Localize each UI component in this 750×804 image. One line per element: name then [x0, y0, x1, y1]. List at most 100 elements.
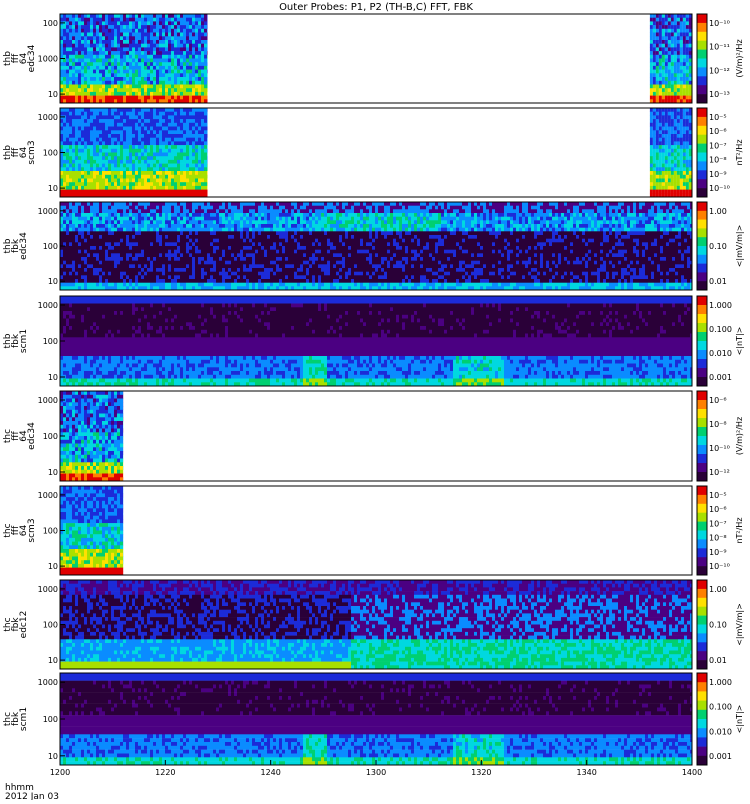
heatmap-cell [63, 18, 66, 22]
heatmap-cell [680, 66, 683, 70]
heatmap-cell [689, 47, 692, 51]
heatmap-cell [162, 186, 165, 190]
heatmap-cell [120, 206, 123, 210]
heatmap-cell [249, 217, 252, 221]
heatmap-cell [189, 171, 192, 175]
heatmap-cell [78, 73, 81, 77]
heatmap-cell [150, 179, 153, 183]
heatmap-cell [186, 141, 189, 145]
heatmap-cell [111, 130, 114, 134]
heatmap-cell [126, 47, 129, 51]
heatmap-cell [159, 55, 162, 59]
heatmap-cell [156, 242, 159, 246]
heatmap-cell [213, 220, 216, 224]
heatmap-cell [111, 51, 114, 55]
heatmap-cell [174, 160, 177, 164]
heatmap-cell [78, 156, 81, 160]
heatmap-cell [198, 108, 201, 112]
heatmap-cell [102, 141, 105, 145]
heatmap-cell [93, 279, 96, 283]
heatmap-cell [216, 239, 219, 243]
heatmap-cell [123, 257, 126, 261]
heatmap-cell [204, 235, 207, 239]
heatmap-cell [680, 167, 683, 171]
heatmap-cell [189, 253, 192, 257]
heatmap-cell [686, 156, 689, 160]
heatmap-cell [653, 70, 656, 74]
heatmap-cell [93, 186, 96, 190]
heatmap-cell [93, 253, 96, 257]
heatmap-cell [252, 250, 255, 254]
heatmap-cell [213, 264, 216, 268]
heatmap-cell [201, 235, 204, 239]
heatmap-cell [162, 47, 165, 51]
heatmap-cell [129, 112, 132, 116]
heatmap-cell [99, 257, 102, 261]
heatmap-cell [156, 81, 159, 85]
heatmap-cell [117, 156, 120, 160]
heatmap-cell [180, 182, 183, 186]
heatmap-cell [144, 239, 147, 243]
heatmap-cell [99, 179, 102, 183]
heatmap-cell [132, 127, 135, 131]
heatmap-cell [258, 242, 261, 246]
heatmap-cell [162, 112, 165, 116]
heatmap-cell [75, 33, 78, 37]
heatmap-cell [689, 186, 692, 190]
heatmap-cell [117, 279, 120, 283]
heatmap-cell [204, 29, 207, 33]
heatmap-cell [195, 182, 198, 186]
heatmap-cell [270, 272, 273, 276]
heatmap-cell [96, 55, 99, 59]
heatmap-cell [686, 130, 689, 134]
heatmap-cell [165, 242, 168, 246]
heatmap-cell [228, 246, 231, 250]
heatmap-cell [225, 275, 228, 279]
heatmap-cell [653, 81, 656, 85]
heatmap-cell [186, 253, 189, 257]
heatmap-cell [120, 228, 123, 232]
heatmap-cell [174, 250, 177, 254]
heatmap-cell [171, 77, 174, 81]
heatmap-cell [171, 96, 174, 100]
heatmap-cell [90, 239, 93, 243]
heatmap-cell [150, 167, 153, 171]
heatmap-cell [111, 275, 114, 279]
heatmap-cell [243, 283, 246, 287]
heatmap-cell [665, 81, 668, 85]
heatmap-cell [183, 149, 186, 153]
heatmap-cell [129, 149, 132, 153]
heatmap-cell [72, 96, 75, 100]
heatmap-cell [689, 149, 692, 153]
heatmap-cell [201, 272, 204, 276]
heatmap-cell [273, 217, 276, 221]
heatmap-cell [150, 18, 153, 22]
heatmap-cell [147, 145, 150, 149]
heatmap-cell [72, 202, 75, 206]
heatmap-cell [81, 112, 84, 116]
heatmap-cell [111, 167, 114, 171]
heatmap-cell [132, 130, 135, 134]
heatmap-cell [81, 55, 84, 59]
heatmap-cell [240, 202, 243, 206]
heatmap-cell [186, 231, 189, 235]
heatmap-cell [662, 153, 665, 157]
heatmap-cell [162, 279, 165, 283]
heatmap-cell [150, 242, 153, 246]
heatmap-cell [75, 202, 78, 206]
heatmap-cell [174, 115, 177, 119]
heatmap-cell [659, 85, 662, 89]
heatmap-cell [159, 36, 162, 40]
heatmap-cell [198, 66, 201, 70]
heatmap-cell [240, 279, 243, 283]
heatmap-cell [210, 279, 213, 283]
panel-thb-fff-scm3: 100010010thbfff64scm310⁻⁵10⁻⁶10⁻⁷10⁻⁸10⁻… [3, 108, 744, 197]
heatmap-cell [120, 202, 123, 206]
heatmap-cell [102, 217, 105, 221]
heatmap-cell [210, 209, 213, 213]
heatmap-cell [156, 190, 159, 194]
heatmap-cell [228, 231, 231, 235]
heatmap-cell [261, 242, 264, 246]
heatmap-cell [72, 272, 75, 276]
heatmap-cell [156, 279, 159, 283]
